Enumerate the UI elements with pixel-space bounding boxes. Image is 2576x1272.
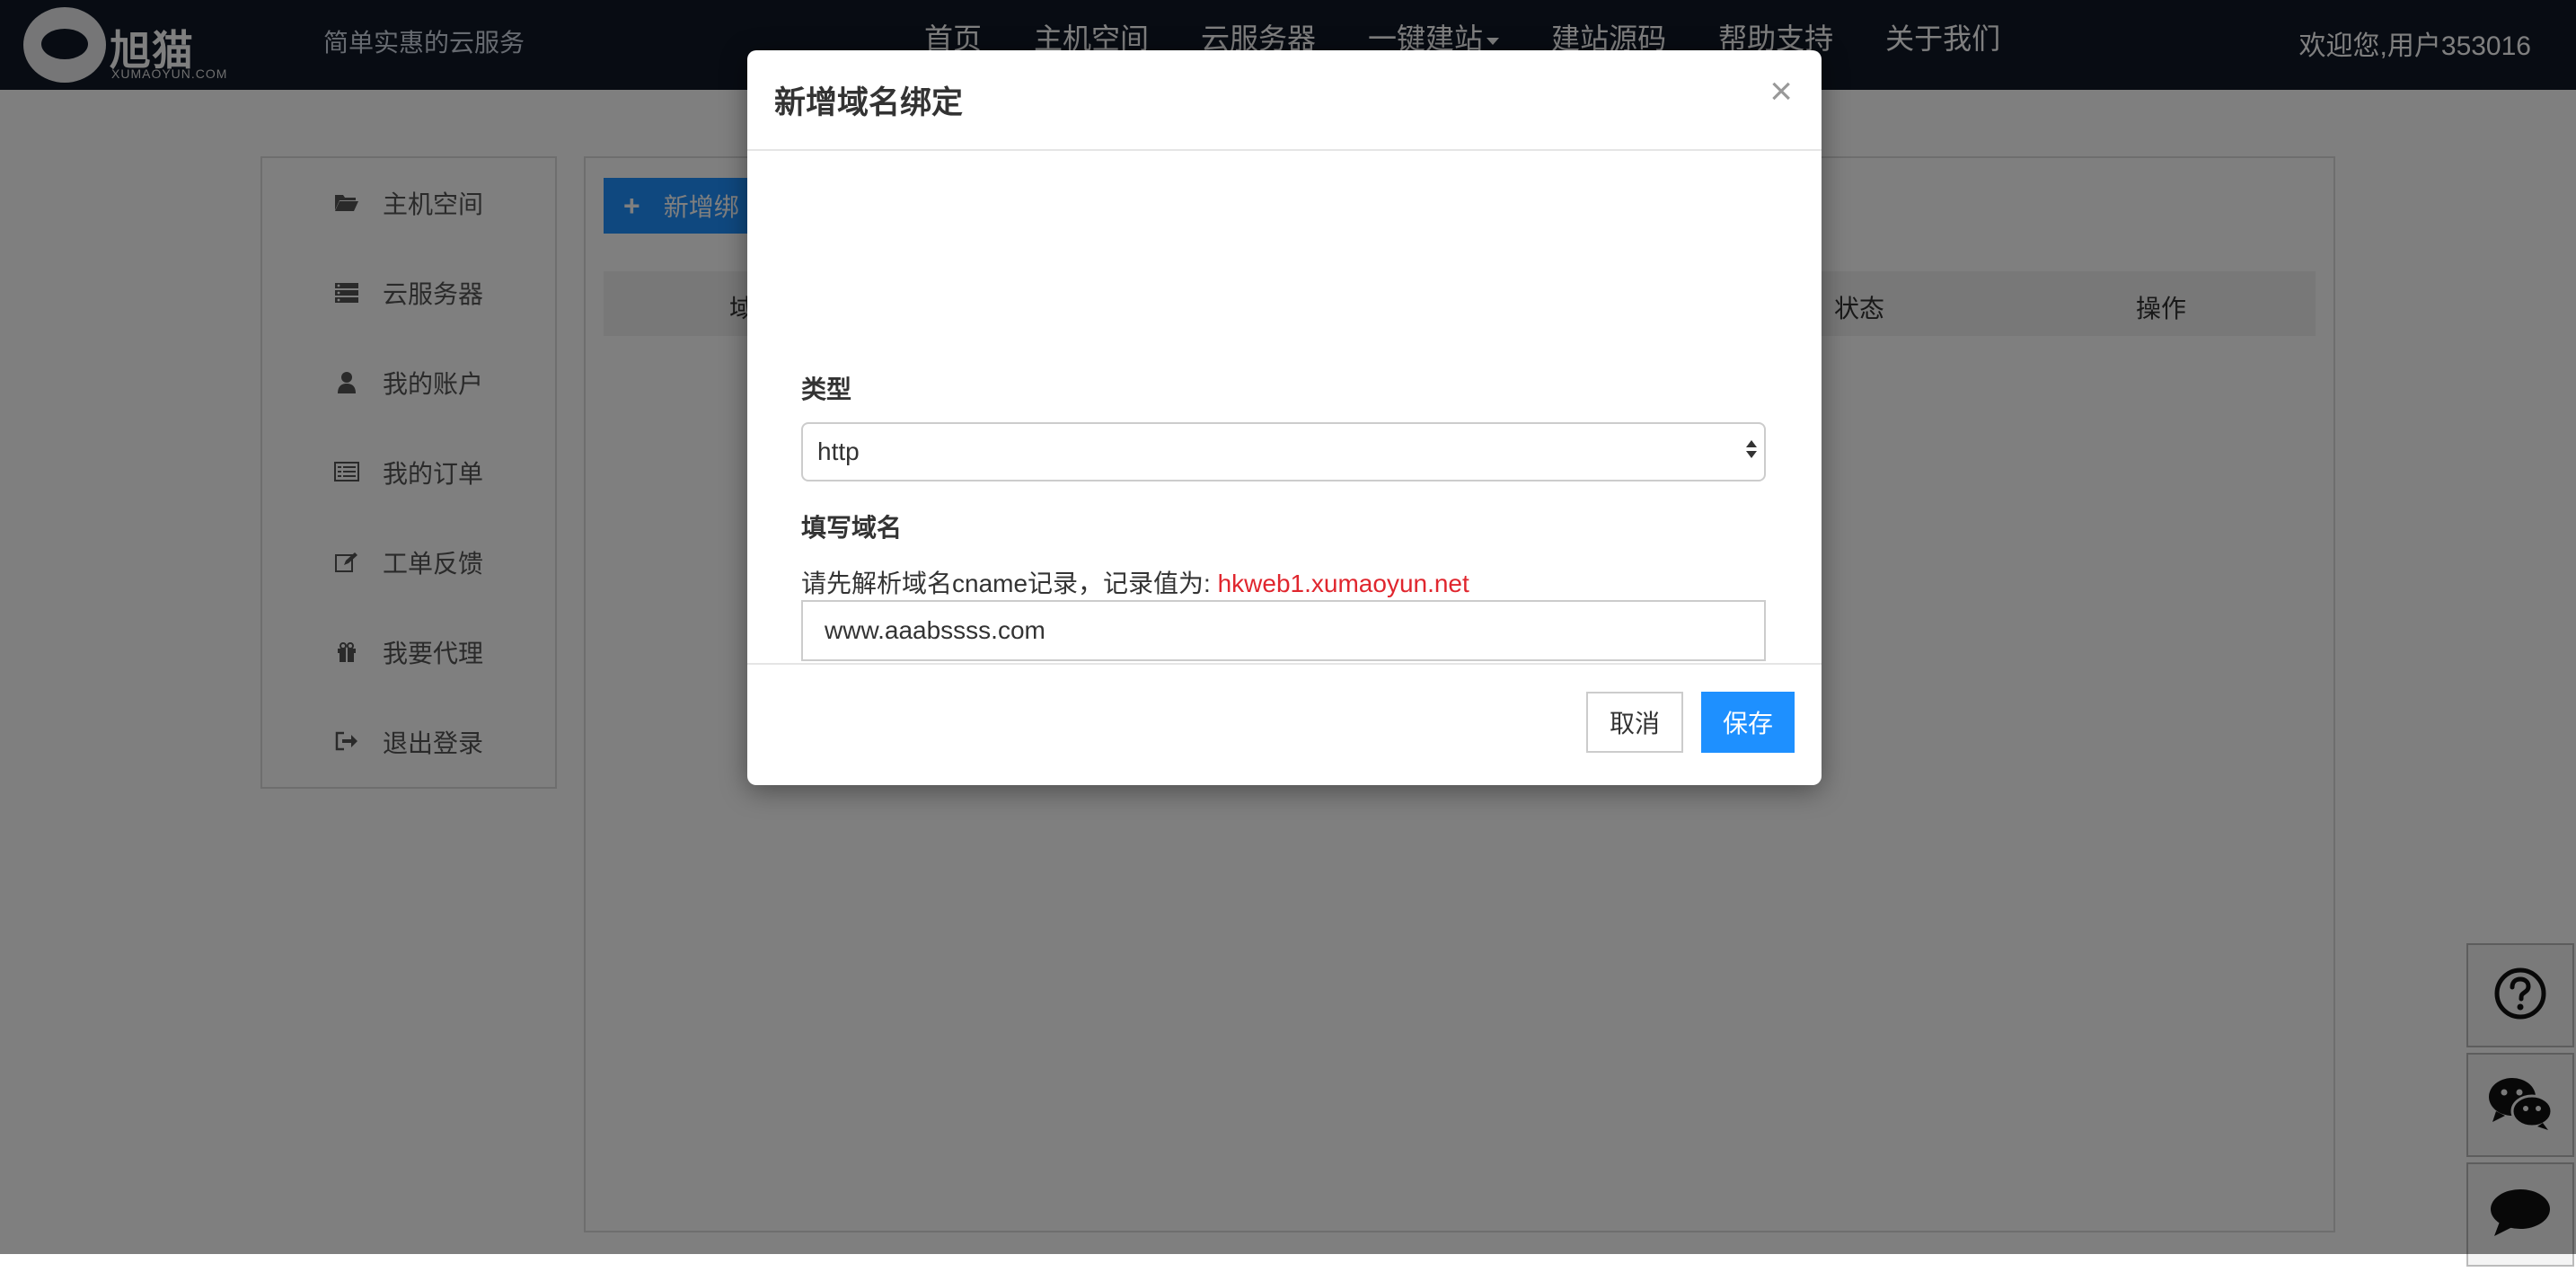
- select-arrows-icon: [1746, 440, 1759, 458]
- cname-record-value: hkweb1.xumaoyun.net: [1217, 570, 1469, 597]
- type-select[interactable]: http: [801, 422, 1766, 481]
- close-icon[interactable]: ×: [1769, 72, 1793, 111]
- modal-body: 类型 http 填写域名 请先解析域名cname记录，记录值为: hkweb1.…: [747, 151, 1822, 665]
- modal-footer: 取消 保存: [747, 665, 1822, 787]
- modal-header: 新增域名绑定 ×: [747, 50, 1822, 151]
- add-domain-binding-modal: 新增域名绑定 × 类型 http 填写域名 请先解析域名cname记录，记录值为…: [747, 50, 1822, 785]
- domain-input[interactable]: [801, 600, 1766, 661]
- type-label: 类型: [801, 375, 852, 403]
- type-select-value: http: [817, 437, 860, 465]
- cname-hint: 请先解析域名cname记录，记录值为: hkweb1.xumaoyun.net: [801, 564, 1469, 600]
- modal-title: 新增域名绑定: [774, 85, 964, 120]
- cancel-button[interactable]: 取消: [1586, 692, 1683, 753]
- save-button[interactable]: 保存: [1701, 692, 1795, 753]
- cname-hint-text: 请先解析域名cname记录，记录值为:: [801, 570, 1218, 597]
- domain-label: 填写域名: [801, 514, 903, 542]
